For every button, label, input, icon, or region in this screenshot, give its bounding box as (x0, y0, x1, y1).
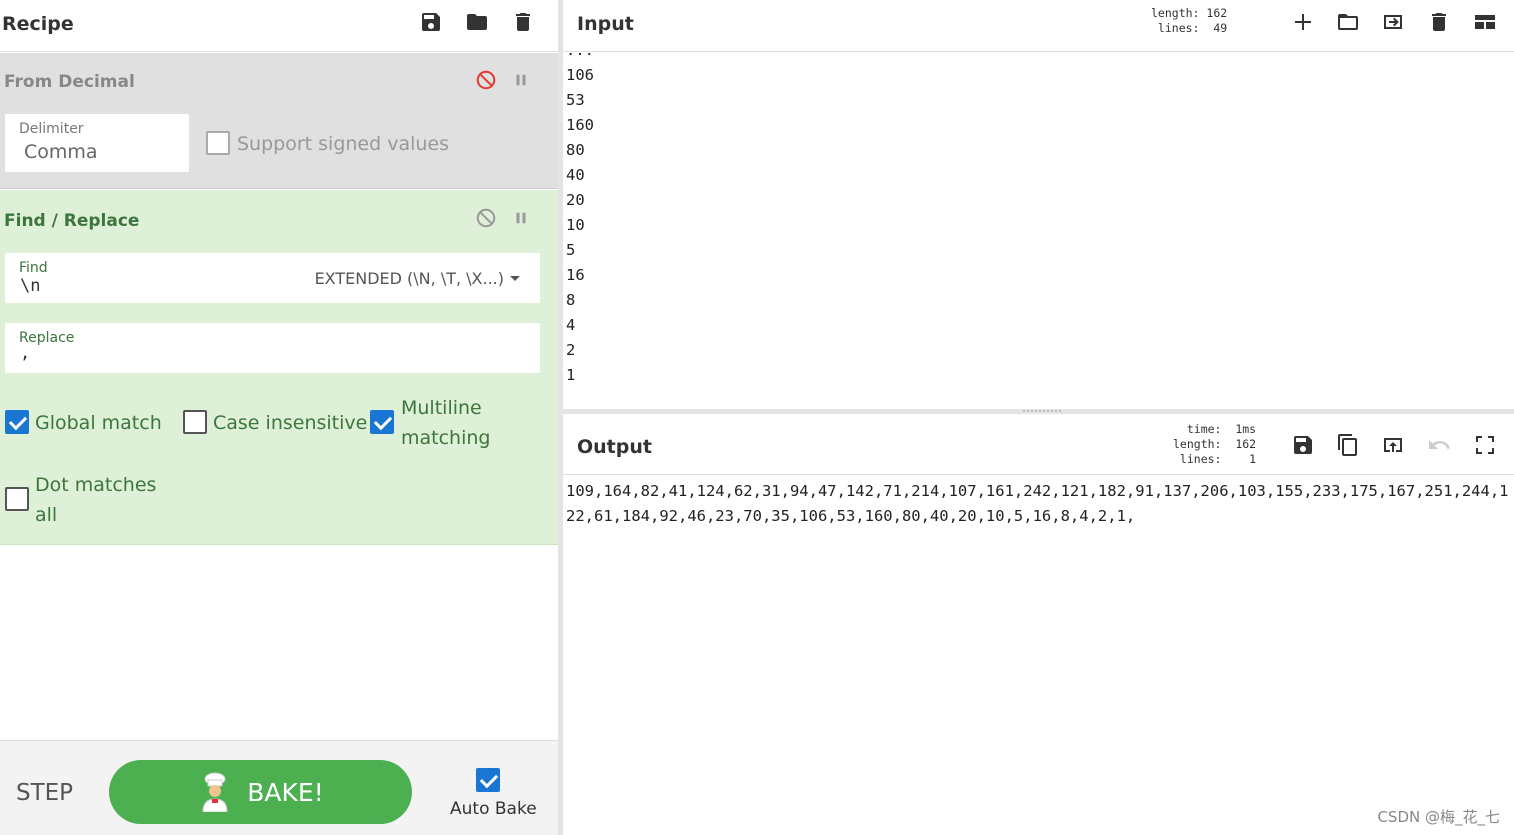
resizer-grip (1023, 410, 1061, 413)
open-file-icon[interactable] (1379, 8, 1407, 36)
delimiter-value: Comma (24, 141, 98, 163)
find-mode-value: EXTENDED (\N, \T, \X...) (314, 269, 504, 288)
signed-values-label: Support signed values (237, 133, 450, 155)
disable-icon[interactable] (474, 206, 498, 230)
input-lines-value: 49 (1213, 21, 1228, 35)
input-stats: length: 162 lines: 49 (1151, 6, 1227, 36)
step-button[interactable]: STEP (16, 780, 73, 806)
save-icon[interactable] (417, 8, 445, 36)
output-text[interactable]: 109,164,82,41,124,62,31,94,47,142,71,214… (566, 479, 1511, 529)
layout-icon[interactable] (1471, 8, 1499, 36)
find-mode-select[interactable]: EXTENDED (\N, \T, \X...) (315, 269, 520, 288)
multiline-label: Multiline matching (401, 393, 490, 453)
pause-icon[interactable] (509, 206, 533, 230)
save-output-icon[interactable] (1289, 431, 1317, 459)
input-text: ... 106 53 160 80 40 20 10 5 16 8 4 2 1 (566, 53, 594, 388)
delimiter-field[interactable]: Delimiter Comma (5, 114, 189, 172)
input-length-value: 162 (1206, 6, 1228, 20)
find-field[interactable]: Find \n EXTENDED (\N, \T, \X...) (5, 253, 540, 303)
signed-values-checkbox[interactable] (206, 131, 230, 155)
input-line: 2 (566, 341, 576, 359)
dot-matches-label: Dot matches all (35, 470, 156, 530)
output-stats: time: 1ms length: 162 lines: 1 (1173, 422, 1256, 467)
input-line: 5 (566, 241, 576, 259)
recipe-pane: Recipe From Decimal Delimiter Comma Supp… (0, 0, 558, 835)
input-lines-label: lines: (1157, 21, 1200, 35)
disable-icon[interactable] (474, 68, 498, 92)
replace-field[interactable]: Replace , (5, 323, 540, 373)
op-find-replace: Find / Replace Find \n EXTENDED (\N, \T,… (0, 190, 558, 545)
output-lines-label: lines: (1179, 452, 1222, 466)
auto-bake-label: Auto Bake (450, 799, 537, 819)
input-line: 8 (566, 291, 576, 309)
output-length-label: length: (1173, 437, 1222, 451)
trash-icon[interactable] (509, 8, 537, 36)
pause-icon[interactable] (509, 68, 533, 92)
chef-icon (202, 772, 228, 812)
input-line: 106 (566, 66, 594, 84)
output-header: Output time: 1ms length: 162 lines: 1 (563, 414, 1514, 475)
plus-icon[interactable] (1289, 8, 1317, 36)
bake-bar: STEP BAKE! Auto Bake (0, 740, 558, 835)
multiline-checkbox[interactable] (370, 410, 394, 434)
op-title: Find / Replace (4, 211, 140, 231)
op-title: From Decimal (4, 72, 135, 92)
output-length-value: 162 (1235, 437, 1257, 451)
input-line: 80 (566, 141, 585, 159)
input-line: 40 (566, 166, 585, 184)
input-line: 1 (566, 366, 576, 384)
io-pane: Input length: 162 lines: 49 ...106531608… (563, 0, 1514, 835)
folder-icon[interactable] (463, 8, 491, 36)
clear-input-icon[interactable] (1425, 8, 1453, 36)
dot-matches-checkbox[interactable] (5, 487, 29, 511)
replace-input-icon[interactable] (1379, 431, 1407, 459)
bake-button[interactable]: BAKE! (109, 760, 412, 824)
input-title: Input (577, 13, 634, 35)
output-time-label: time: (1186, 422, 1222, 436)
delimiter-label: Delimiter (19, 121, 84, 137)
input-line: ... (566, 53, 594, 63)
find-value: \n (20, 276, 41, 296)
multiline-label-line2: matching (401, 427, 491, 449)
global-match-label: Global match (35, 412, 162, 434)
undo-icon[interactable] (1425, 431, 1453, 459)
input-line: 20 (566, 191, 585, 209)
case-insensitive-label: Case insensitive (213, 412, 368, 434)
input-length-label: length: (1151, 6, 1200, 20)
output-title: Output (577, 436, 652, 458)
recipe-title: Recipe (2, 13, 74, 35)
watermark: CSDN @梅_花_七 (1377, 808, 1500, 826)
bake-label: BAKE! (247, 777, 324, 807)
multiline-label-line1: Multiline (401, 397, 482, 419)
maximize-icon[interactable] (1471, 431, 1499, 459)
input-line: 53 (566, 91, 585, 109)
output-lines-value: 1 (1249, 452, 1257, 466)
recipe-header: Recipe (0, 0, 558, 52)
input-textarea[interactable]: ... 106 53 160 80 40 20 10 5 16 8 4 2 1 (563, 53, 1514, 409)
input-line: 10 (566, 216, 585, 234)
replace-value: , (20, 343, 31, 363)
output-time-value: 1ms (1235, 422, 1257, 436)
copy-icon[interactable] (1334, 431, 1362, 459)
find-label: Find (19, 260, 48, 276)
op-from-decimal: From Decimal Delimiter Comma Support sig… (0, 53, 558, 189)
global-match-checkbox[interactable] (5, 410, 29, 434)
input-header: Input length: 162 lines: 49 (563, 0, 1514, 52)
input-line: 4 (566, 316, 576, 334)
input-line: 160 (566, 116, 594, 134)
chevron-down-icon (510, 276, 520, 281)
auto-bake-checkbox[interactable] (476, 768, 500, 792)
input-line: 16 (566, 266, 585, 284)
dot-matches-label-line2: all (35, 504, 58, 526)
case-insensitive-checkbox[interactable] (183, 410, 207, 434)
open-folder-icon[interactable] (1334, 8, 1362, 36)
dot-matches-label-line1: Dot matches (35, 474, 157, 496)
